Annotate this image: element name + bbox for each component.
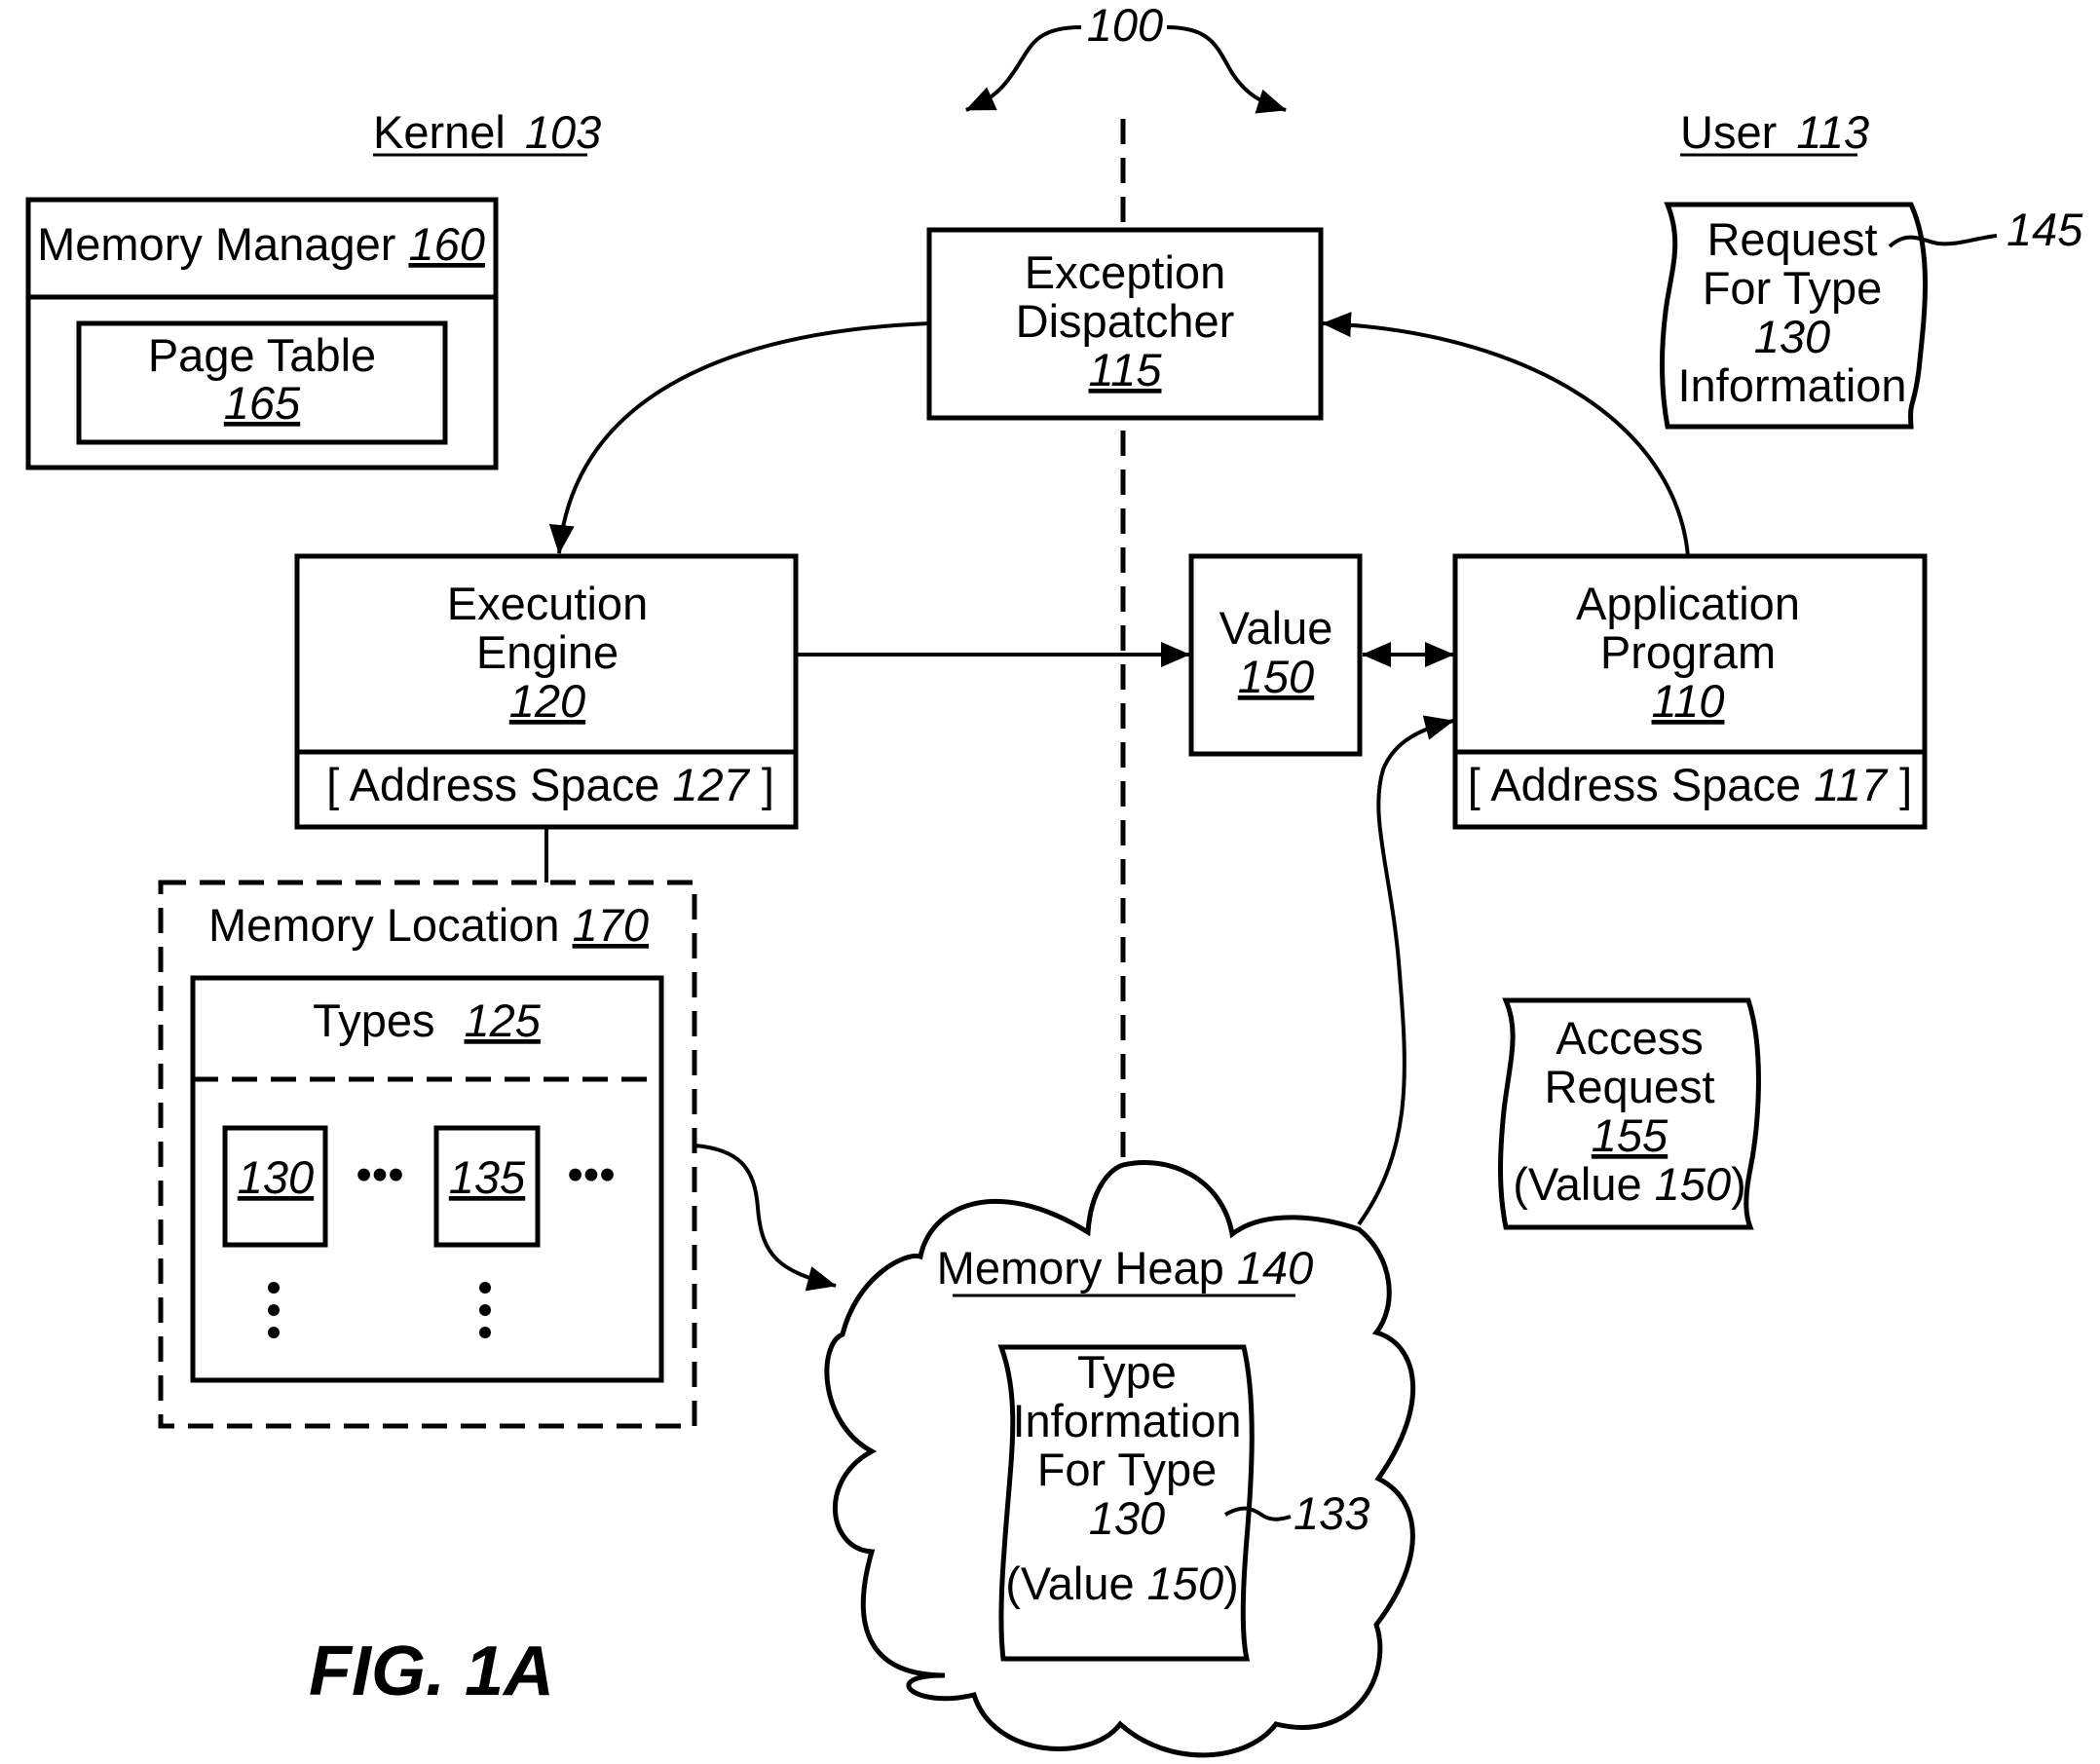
value-ref: 150 bbox=[1238, 651, 1314, 702]
memory-location-ref: 170 bbox=[573, 899, 649, 951]
arrow-memory-location-to-heap bbox=[694, 1144, 837, 1292]
user-region-label: User 113 bbox=[1680, 106, 1869, 158]
type-item-135[interactable]: 135 bbox=[433, 1125, 541, 1248]
request-line4: Information bbox=[1677, 359, 1906, 411]
vertical-ellipsis bbox=[479, 1282, 491, 1338]
access-request-ref: 155 bbox=[1592, 1109, 1669, 1161]
application-program-box[interactable]: Application Program 110 [ Address Space … bbox=[1452, 553, 1928, 830]
page-table-box[interactable]: Page Table 165 bbox=[76, 320, 448, 445]
memory-manager-box[interactable]: Memory Manager 160 Page Table 165 bbox=[25, 197, 499, 470]
figure-ref-100: 100 bbox=[965, 0, 1287, 114]
execution-engine-ref: 120 bbox=[509, 675, 585, 727]
exception-dispatcher-line1: Exception bbox=[1025, 246, 1225, 298]
memory-manager-ref: 160 bbox=[408, 218, 484, 270]
request-line1: Request bbox=[1706, 213, 1877, 265]
request-line3: 130 bbox=[1754, 311, 1830, 362]
horizontal-ellipsis: ••• bbox=[356, 1148, 403, 1200]
exception-dispatcher-box[interactable]: Exception Dispatcher 115 bbox=[926, 227, 1324, 421]
type-info-line2: Information bbox=[1012, 1395, 1241, 1446]
figure-caption: FIG. 1A bbox=[309, 1633, 554, 1710]
patent-figure: 100 Kernel 103 User 113 Memory Manager 160… bbox=[25, 0, 2083, 1758]
svg-text:Types125: Types 125 bbox=[313, 995, 542, 1046]
exception-dispatcher-ref: 115 bbox=[1089, 344, 1163, 395]
type-info-line4: 130 bbox=[1089, 1492, 1165, 1544]
types-ref: 125 bbox=[464, 995, 541, 1046]
type-info-line1: Type bbox=[1077, 1346, 1177, 1398]
memory-heap-cloud[interactable]: Memory Heap 140 Type Information For Typ… bbox=[824, 1159, 1416, 1758]
svg-text:Memory Heap 140: Memory Heap 140 bbox=[937, 1242, 1314, 1294]
svg-text:User113: User 113 bbox=[1680, 106, 1869, 158]
request-line2: For Type bbox=[1703, 262, 1883, 314]
memory-location-label: Memory Location bbox=[208, 899, 560, 951]
kernel-ref: 103 bbox=[525, 106, 601, 158]
access-request-line2: Request bbox=[1544, 1061, 1714, 1112]
access-request-value: (Value 150) bbox=[1513, 1158, 1746, 1210]
exception-dispatcher-line2: Dispatcher bbox=[1016, 295, 1235, 347]
request-ref: 145 bbox=[2006, 204, 2083, 255]
kernel-region-label: Kernel 103 bbox=[373, 106, 601, 158]
application-program-line1: Application bbox=[1576, 578, 1800, 629]
type-info-ref: 133 bbox=[1294, 1487, 1369, 1539]
value-label: Value bbox=[1219, 602, 1333, 654]
type-info-value: (Value 150) bbox=[1005, 1558, 1239, 1609]
type-item-130[interactable]: 130 bbox=[222, 1125, 328, 1248]
application-address-space: [ Address Space 117 ] bbox=[1468, 759, 1912, 810]
type-item-ref: 130 bbox=[238, 1151, 314, 1203]
svg-text:Kernel103: Kernel 103 bbox=[373, 106, 601, 158]
svg-text:Memory Manager 160: Memory Manager 160 bbox=[37, 218, 485, 270]
memory-heap-ref: 140 bbox=[1237, 1242, 1313, 1294]
request-for-type-info-document[interactable]: Request For Type 130 Information 145 bbox=[1659, 202, 2083, 430]
execution-engine-line2: Engine bbox=[476, 626, 619, 678]
execution-engine-line1: Execution bbox=[447, 578, 648, 629]
curly-arrow-left bbox=[965, 25, 1082, 112]
value-box[interactable]: Value 150 bbox=[1188, 553, 1363, 757]
access-request-document[interactable]: Access Request 155 (Value 150) bbox=[1498, 997, 1761, 1230]
curly-arrow-right bbox=[1166, 25, 1287, 114]
application-program-line2: Program bbox=[1600, 626, 1776, 678]
user-label: User bbox=[1680, 106, 1777, 158]
memory-heap-label: Memory Heap bbox=[937, 1242, 1224, 1294]
types-label: Types bbox=[313, 995, 434, 1046]
page-table-label: Page Table bbox=[148, 329, 376, 381]
page-table-ref: 165 bbox=[224, 377, 301, 429]
kernel-label: Kernel bbox=[373, 106, 506, 158]
arrow-heap-to-app bbox=[1357, 715, 1454, 1226]
svg-text:Memory Location 170: Memory Location 170 bbox=[208, 899, 649, 951]
memory-manager-label: Memory Manager bbox=[37, 218, 395, 270]
arrow-app-to-dispatcher bbox=[1322, 312, 1690, 557]
user-ref: 113 bbox=[1796, 106, 1869, 158]
type-item-ref: 135 bbox=[449, 1151, 526, 1203]
application-program-ref: 110 bbox=[1652, 675, 1725, 727]
access-request-line1: Access bbox=[1556, 1012, 1704, 1064]
vertical-ellipsis bbox=[268, 1282, 280, 1338]
types-box[interactable]: Types 125 130 135 ••• ••• bbox=[190, 975, 664, 1383]
arrow-dispatcher-to-engine bbox=[548, 321, 930, 554]
execution-engine-address-space: [ Address Space 127 ] bbox=[326, 759, 774, 810]
execution-engine-box[interactable]: Execution Engine 120 [ Address Space 127… bbox=[294, 553, 799, 830]
horizontal-ellipsis: ••• bbox=[567, 1148, 615, 1200]
type-info-line3: For Type bbox=[1037, 1444, 1218, 1495]
figure-ref-number: 100 bbox=[1087, 0, 1163, 51]
memory-location-box[interactable]: Memory Location 170 Types 125 130 135 •••… bbox=[158, 880, 697, 1429]
